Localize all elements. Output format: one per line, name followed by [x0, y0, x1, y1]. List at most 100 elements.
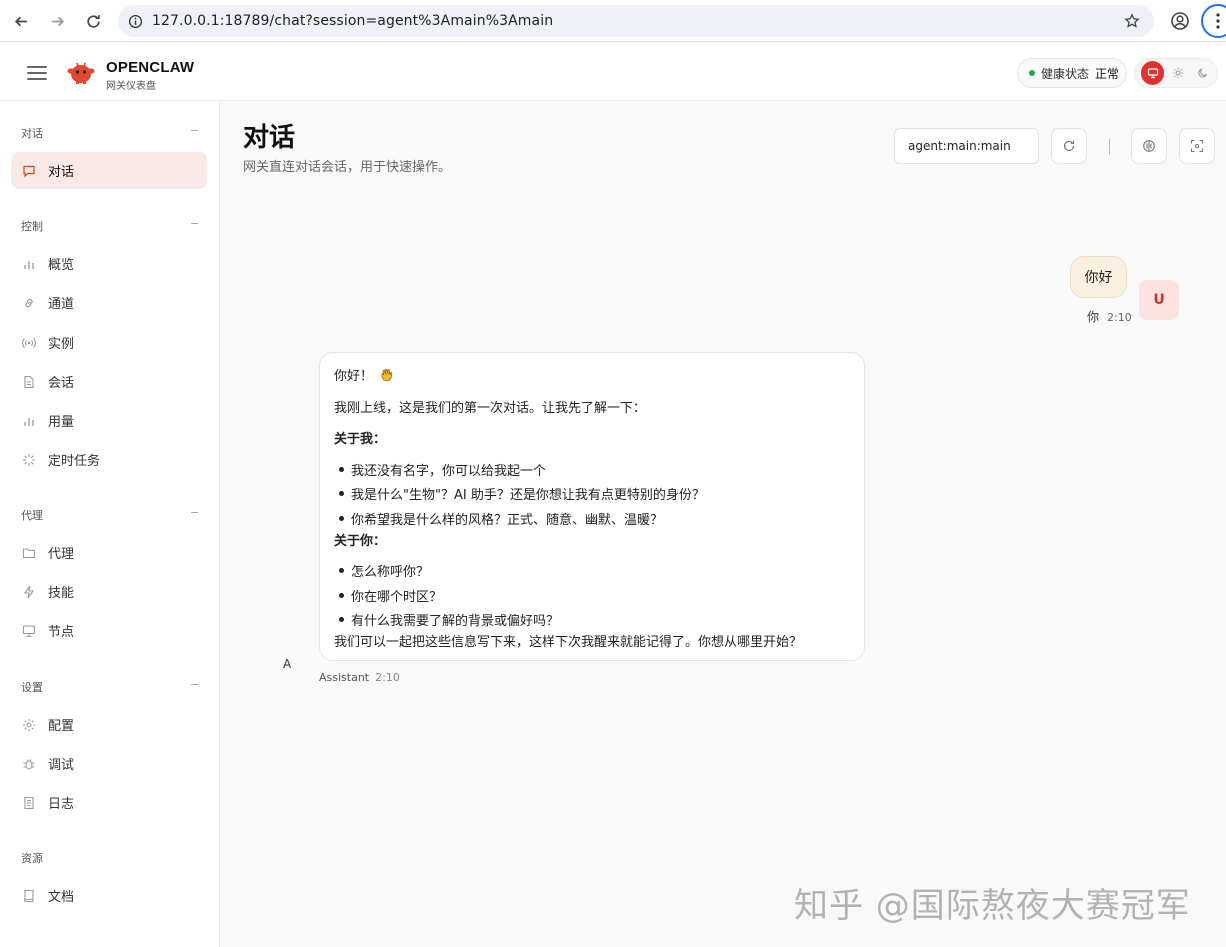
sidebar-item-usage[interactable]: 用量: [11, 402, 207, 439]
sidebar-group-collapse-icon[interactable]: −: [190, 124, 199, 137]
list-item: 我还没有名字，你可以给我起一个: [338, 460, 546, 479]
sidebar-item-label: 代理: [48, 547, 75, 562]
focus-mode-button[interactable]: [1179, 128, 1215, 164]
browser-toolbar: 127.0.0.1:18789/chat?session=agent%3Amai…: [0, 0, 1226, 42]
toolbar-divider: [1109, 139, 1110, 155]
sidebar-item-cron[interactable]: 定时任务: [11, 441, 207, 478]
sidebar-item-nodes[interactable]: 节点: [11, 612, 207, 649]
sidebar-item-label: 文档: [48, 890, 75, 905]
sidebar-item-label: 定时任务: [48, 454, 101, 469]
browser-menu-button[interactable]: [1201, 4, 1226, 38]
watermark-text: 知乎 @国际熬夜大赛冠军: [794, 886, 1191, 926]
brand-subtitle: 网关仪表盘: [106, 81, 156, 92]
chat-icon: [23, 165, 35, 177]
assistant-intro: 我刚上线，这是我们的第一次对话。让我先了解一下：: [334, 401, 647, 416]
theme-system-monitor-icon[interactable]: [1141, 61, 1165, 85]
log-icon: [24, 796, 34, 809]
sidebar-item-channels[interactable]: 通道: [11, 284, 207, 321]
sidebar-item-label: 会话: [48, 376, 75, 391]
folder-icon: [22, 547, 36, 558]
assistant-message-author: Assistant: [319, 671, 370, 684]
sidebar-item-debug[interactable]: 调试: [11, 745, 207, 782]
sidebar-item-chat[interactable]: 对话: [11, 152, 207, 189]
sidebar: 对话 − 对话 控制 − 概览 通道 实例 会话 用量 定时任务 代理 − 代理…: [0, 101, 220, 947]
bar-chart-icon: [24, 417, 34, 426]
site-info-icon[interactable]: [118, 5, 152, 37]
list-item: 怎么称呼你？: [338, 561, 429, 580]
link-icon: [25, 298, 33, 307]
sidebar-item-label: 通道: [48, 297, 75, 312]
forward-icon[interactable]: [39, 3, 75, 39]
sidebar-item-label: 技能: [48, 586, 75, 601]
reload-icon[interactable]: [75, 3, 111, 39]
user-message-author: 你: [1087, 310, 1100, 324]
sidebar-item-docs[interactable]: 文档: [11, 877, 207, 914]
brand-name: OPENCLAW: [106, 59, 195, 76]
app-header: OPENCLAW 网关仪表盘 健康状态 正常: [0, 43, 1226, 101]
refresh-icon: [1063, 140, 1075, 152]
sidebar-item-label: 实例: [48, 337, 75, 352]
sidebar-group-agent-title: 代理: [21, 509, 43, 522]
assistant-message-bubble: 你好！ 我刚上线，这是我们的第一次对话。让我先了解一下： 关于我： 我还没有名字…: [319, 352, 865, 661]
theme-switcher: [1134, 58, 1218, 88]
bookmark-star-icon[interactable]: [1124, 13, 1140, 29]
sidebar-group-control-title: 控制: [21, 220, 43, 233]
session-select[interactable]: agent:main:main: [894, 128, 1039, 164]
assistant-greeting: 你好！: [334, 365, 395, 384]
page-subtitle: 网关直连对话会话，用于快速操作。: [243, 160, 452, 175]
sidebar-item-label: 概览: [48, 258, 75, 273]
list-item: 你希望我是什么样的风格？正式、随意、幽默、温暖？: [338, 509, 663, 528]
sidebar-group-resources-title: 资源: [21, 852, 43, 865]
sidebar-item-skills[interactable]: 技能: [11, 573, 207, 610]
health-dot-icon: [1029, 70, 1035, 76]
health-value: 正常: [1095, 66, 1120, 81]
url-text[interactable]: 127.0.0.1:18789/chat?session=agent%3Amai…: [152, 13, 553, 29]
assistant-avatar: A: [283, 657, 292, 671]
sidebar-item-label: 用量: [48, 415, 75, 430]
sidebar-item-overview[interactable]: 概览: [11, 245, 207, 282]
sidebar-group-collapse-icon[interactable]: −: [190, 506, 199, 519]
sidebar-group-collapse-icon[interactable]: −: [190, 217, 199, 230]
document-icon: [24, 375, 34, 388]
health-status-badge: 健康状态 正常: [1017, 58, 1127, 88]
sidebar-group-collapse-icon[interactable]: −: [190, 678, 199, 691]
lightning-icon: [23, 585, 35, 598]
brain-icon: [1143, 140, 1155, 152]
assistant-greeting-text: 你好！: [334, 369, 374, 384]
list-item: 有什么我需要了解的背景或偏好吗？: [338, 610, 559, 629]
sidebar-item-label: 配置: [48, 719, 75, 734]
main-content: 对话 网关直连对话会话，用于快速操作。 agent:main:main 你好 U…: [221, 101, 1226, 947]
theme-dark-moon-icon[interactable]: [1192, 61, 1215, 85]
back-icon[interactable]: [3, 3, 39, 39]
waving-hand-icon: [381, 368, 393, 382]
thinking-toggle-button[interactable]: [1131, 128, 1167, 164]
address-bar[interactable]: 127.0.0.1:18789/chat?session=agent%3Amai…: [118, 5, 1154, 37]
sidebar-item-config[interactable]: 配置: [11, 706, 207, 743]
menu-toggle-icon[interactable]: [27, 63, 47, 81]
sidebar-item-agents[interactable]: 代理: [11, 534, 207, 571]
sidebar-item-logs[interactable]: 日志: [11, 784, 207, 821]
about-you-title: 关于你：: [334, 534, 387, 549]
gear-icon: [23, 718, 35, 731]
page-title: 对话: [243, 123, 296, 153]
assistant-message-meta: Assistant 2:10: [319, 671, 400, 684]
bug-icon: [23, 758, 35, 770]
sidebar-item-sessions[interactable]: 会话: [11, 363, 207, 400]
bar-chart-icon: [24, 260, 34, 269]
health-label: 健康状态: [1041, 66, 1090, 81]
assistant-message-time: 2:10: [375, 671, 400, 684]
sidebar-item-instances[interactable]: 实例: [11, 324, 207, 361]
book-icon: [24, 889, 34, 902]
broadcast-icon: [22, 337, 36, 348]
user-message-meta: 你 2:10: [1087, 308, 1132, 325]
refresh-button[interactable]: [1051, 128, 1087, 164]
about-me-title: 关于我：: [334, 432, 387, 447]
sidebar-item-label: 对话: [48, 165, 75, 180]
assistant-closing: 我们可以一起把这些信息写下来，这样下次我醒来就能记得了。你想从哪里开始？: [334, 635, 803, 650]
sidebar-item-label: 节点: [48, 625, 75, 640]
loader-icon: [23, 453, 35, 466]
user-message-bubble: 你好: [1070, 256, 1127, 298]
theme-light-sun-icon[interactable]: [1166, 61, 1189, 85]
profile-icon[interactable]: [1168, 9, 1192, 33]
sidebar-item-label: 调试: [48, 758, 75, 773]
